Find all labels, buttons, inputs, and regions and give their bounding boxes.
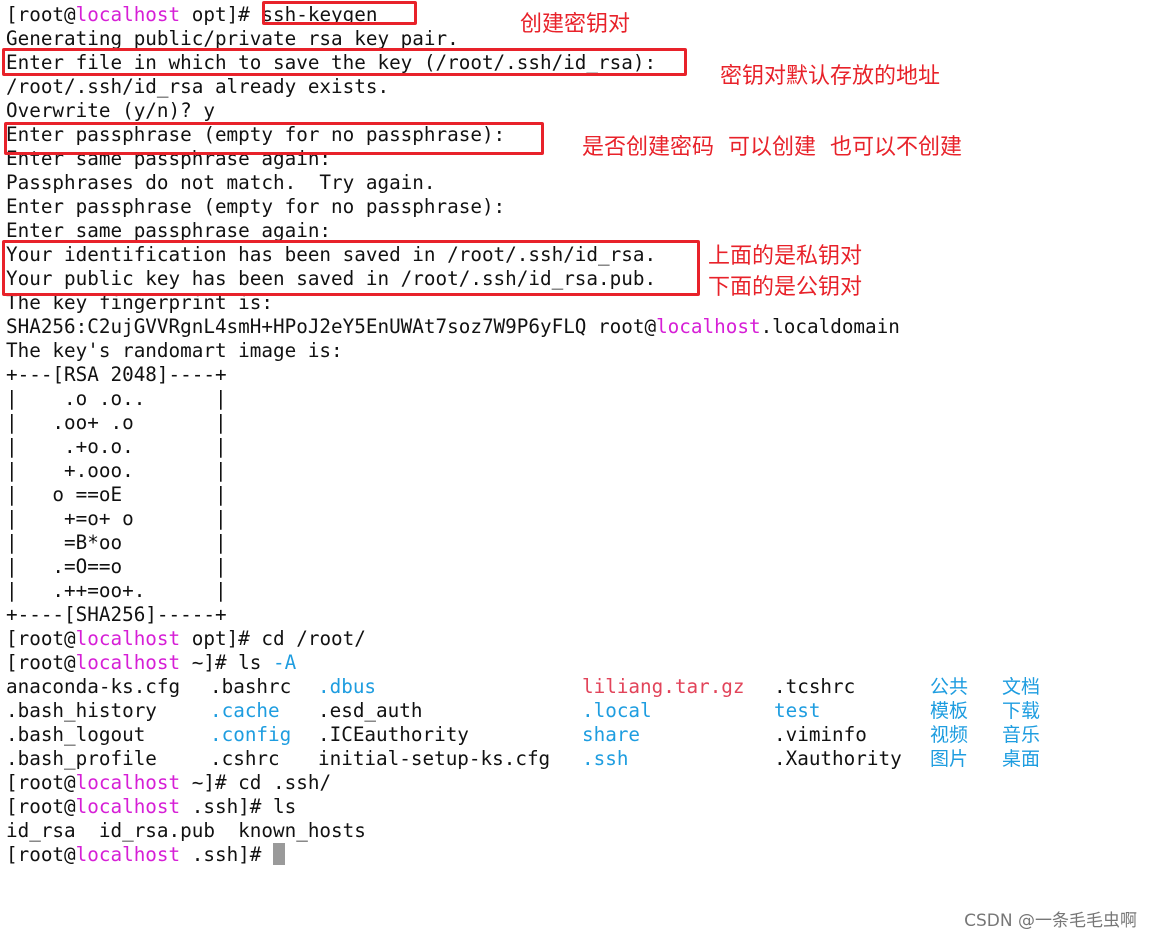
hostname: localhost: [75, 795, 181, 818]
ls-output-row: .bash_logout .config .ICEauthority share .vi…: [0, 723, 1153, 747]
prompt-prefix: [root@: [6, 651, 76, 674]
ls-entry: 桌面: [1002, 748, 1041, 770]
highlight-box-save-path: [2, 48, 687, 76]
ls-entry: .bash_history: [6, 699, 157, 722]
annotation-public-key: 下面的是公钥对: [708, 275, 863, 300]
terminal-line: | .oo+ .o |: [6, 411, 227, 434]
terminal-cursor[interactable]: [273, 843, 286, 865]
ls-entry: share: [582, 723, 641, 746]
prompt-prefix: [root@: [6, 3, 76, 26]
ls-entry: anaconda-ks.cfg: [6, 675, 181, 698]
ls-entry: .viminfo: [774, 723, 867, 746]
hostname: localhost: [75, 627, 181, 650]
command-text: .localdomain: [760, 315, 900, 338]
command-text: .ssh]# ls: [180, 795, 297, 818]
ls-entry: 公共: [930, 676, 969, 698]
ls-entry: 文档: [1002, 676, 1041, 698]
terminal-line: Enter passphrase (empty for no passphras…: [6, 195, 506, 218]
ls-entry: 模板: [930, 700, 969, 722]
ls-entry: .ICEauthority: [318, 723, 469, 746]
ls-output-row: .bash_history .cache .esd_auth .local test 模板…: [0, 699, 1153, 723]
hostname: localhost: [75, 3, 181, 26]
command-flag: -A: [273, 651, 297, 674]
ls-entry: .local: [582, 699, 652, 722]
terminal-line: Overwrite (y/n)? y: [6, 99, 215, 122]
ls-entry: initial-setup-ks.cfg: [318, 747, 551, 770]
ls-entry: .Xauthority: [774, 747, 902, 770]
terminal-line: | .++=oo+. |: [6, 579, 227, 602]
prompt-prefix: [root@: [6, 771, 76, 794]
ls-entry: .config: [210, 723, 292, 746]
command-text: ~]# ls: [180, 651, 274, 674]
terminal-line: +----[SHA256]-----+: [6, 603, 227, 626]
ls-entry: .cshrc: [210, 747, 280, 770]
terminal-line: [root@localhost opt]# cd /root/: [6, 627, 366, 651]
ls-entry: .bash_profile: [6, 747, 157, 770]
terminal-line: | +.ooo. |: [6, 459, 227, 482]
ls-entry: .esd_auth: [318, 699, 423, 722]
annotation-create-keypair: 创建密钥对: [520, 12, 631, 37]
terminal-line: | o ==oE |: [6, 483, 227, 506]
terminal-line: The key's randomart image is:: [6, 339, 343, 362]
command-text: opt]# cd /root/: [180, 627, 366, 650]
ls-entry: .bash_logout: [6, 723, 146, 746]
ls-output-row: .bash_profile .cshrc initial-setup-ks.cfg.…: [0, 747, 1153, 771]
terminal-line: [root@localhost ~]# cd .ssh/: [6, 771, 331, 795]
hostname: localhost: [75, 843, 181, 866]
ls-entry: .dbus: [318, 675, 377, 698]
terminal-line: | .+o.o. |: [6, 435, 227, 458]
terminal-line: | .=O==o |: [6, 555, 227, 578]
terminal-line: Passphrases do not match. Try again.: [6, 171, 436, 194]
ls-entry: test: [774, 699, 821, 722]
hostname: localhost: [656, 315, 761, 338]
ls-entry: 视频: [930, 724, 969, 746]
ls-entry: liliang.tar.gz: [582, 675, 745, 698]
terminal-line: | =B*oo |: [6, 531, 227, 554]
annotation-private-key: 上面的是私钥对: [708, 244, 863, 269]
ls-entry: .cache: [210, 699, 280, 722]
annotation-password-optional: 是否创建密码 可以创建 也可以不创建: [582, 135, 962, 160]
prompt-prefix: [root@: [6, 795, 76, 818]
ls-entry: 音乐: [1002, 724, 1041, 746]
terminal-line: SHA256:C2ujGVVRgnL4smH+HPoJ2eY5EnUWAt7so…: [6, 315, 900, 339]
ls-entry: 下载: [1002, 700, 1041, 722]
highlight-box-saved-keys: [2, 240, 700, 296]
prompt-prefix: [root@: [6, 627, 76, 650]
ls-output-row: anaconda-ks.cfg .bashrc .dbus liliang.tar.g…: [0, 675, 1153, 699]
terminal-line: +---[RSA 2048]----+: [6, 363, 227, 386]
ls-entry: .tcshrc: [774, 675, 856, 698]
hostname: localhost: [75, 651, 181, 674]
prompt-prefix: [root@: [6, 843, 76, 866]
terminal-line: [root@localhost .ssh]#: [6, 843, 286, 867]
terminal-line: /root/.ssh/id_rsa already exists.: [6, 75, 390, 98]
ls-entry: .bashrc: [210, 675, 292, 698]
terminal-line: | +=o+ o |: [6, 507, 227, 530]
ls-entry: .ssh: [582, 747, 629, 770]
watermark: CSDN @一条毛毛虫啊: [964, 911, 1137, 931]
terminal-line: | .o .o.. |: [6, 387, 227, 410]
highlight-box-passphrase: [4, 122, 544, 155]
terminal-line: [root@localhost .ssh]# ls: [6, 795, 296, 819]
command-text: ~]# cd .ssh/: [180, 771, 332, 794]
highlight-box-ssh-keygen: [262, 1, 417, 25]
command-text: .ssh]#: [180, 843, 274, 866]
prompt-prefix: SHA256:C2ujGVVRgnL4smH+HPoJ2eY5EnUWAt7so…: [6, 315, 657, 338]
terminal-line: id_rsa id_rsa.pub known_hosts: [6, 819, 366, 842]
ls-entry: 图片: [930, 748, 969, 770]
hostname: localhost: [75, 771, 181, 794]
annotation-default-location: 密钥对默认存放的地址: [720, 64, 941, 89]
terminal-line: [root@localhost ~]# ls -A: [6, 651, 296, 675]
